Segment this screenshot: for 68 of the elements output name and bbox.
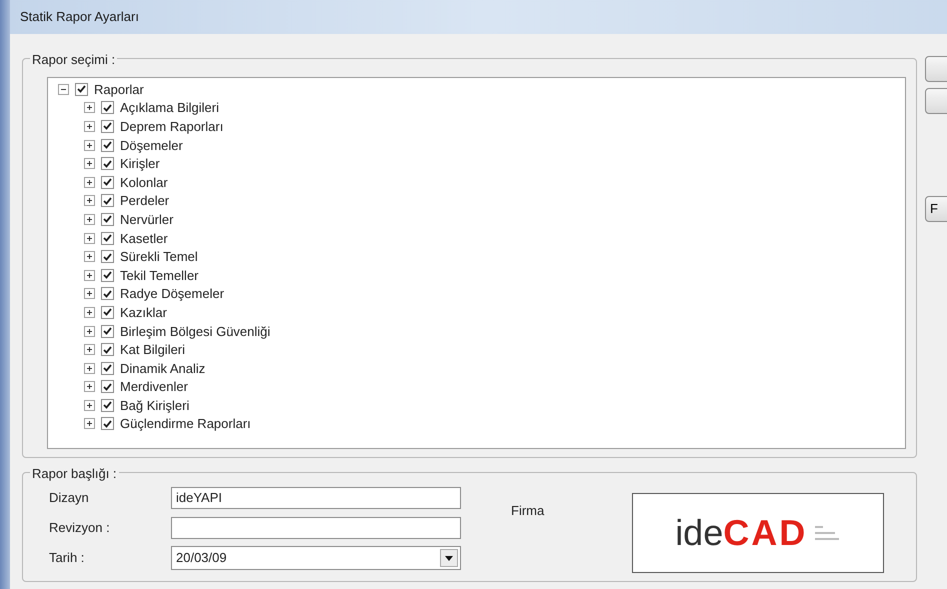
tree-item[interactable]: Kazıklar [120, 306, 167, 319]
tree-item[interactable]: Merdivenler [120, 380, 188, 394]
expand-icon[interactable] [84, 120, 95, 132]
checkbox[interactable] [101, 398, 114, 412]
text-field[interactable]: ideYAPI [171, 487, 461, 509]
collapse-icon[interactable] [58, 84, 69, 95]
tree-item[interactable]: Kolonlar [120, 176, 168, 189]
checkbox[interactable] [101, 417, 114, 430]
expand-icon[interactable] [84, 362, 95, 374]
tree-item[interactable]: Sürekli Temel [120, 250, 198, 264]
side-button[interactable]: F [925, 196, 947, 222]
expand-icon[interactable] [84, 251, 95, 262]
checkbox[interactable] [101, 120, 114, 133]
checkbox[interactable] [101, 324, 114, 338]
expand-icon[interactable] [84, 344, 95, 356]
expand-icon[interactable] [84, 102, 95, 114]
checkbox[interactable] [101, 380, 114, 394]
tree-item[interactable]: Dinamik Analiz [120, 362, 206, 375]
checkbox[interactable] [101, 212, 114, 226]
tree-item[interactable]: Perdeler [120, 194, 170, 208]
expand-icon[interactable] [84, 176, 95, 188]
checkbox[interactable] [101, 343, 114, 356]
field-label: Tarih : [49, 549, 86, 568]
expand-icon[interactable] [84, 214, 95, 225]
company-logo: ideCAD [632, 493, 884, 573]
expand-icon[interactable] [84, 381, 95, 392]
checkbox[interactable] [101, 138, 114, 152]
tree-item[interactable]: Radye Döşemeler [120, 287, 224, 300]
expand-icon[interactable] [84, 158, 95, 170]
expand-icon[interactable] [84, 306, 95, 318]
checkbox[interactable] [101, 287, 114, 300]
text-field[interactable] [171, 517, 461, 539]
field-label: Dizayn [49, 489, 90, 508]
window-title: Statik Rapor Ayarları [20, 8, 139, 26]
checkbox[interactable] [101, 306, 114, 319]
tree-item[interactable]: Güçlendirme Raporları [120, 417, 251, 430]
expand-icon[interactable] [84, 140, 95, 151]
checkbox[interactable] [101, 250, 114, 264]
checkbox[interactable] [101, 268, 114, 282]
tree-item[interactable]: Bağ Kirişleri [120, 398, 190, 412]
checkbox[interactable] [75, 82, 88, 96]
checkbox[interactable] [101, 232, 114, 245]
tree-item[interactable]: Kat Bilgileri [120, 343, 186, 356]
checkbox[interactable] [101, 157, 114, 170]
expand-icon[interactable] [84, 326, 95, 337]
tree-item[interactable]: Raporlar [94, 82, 144, 96]
tree-item[interactable]: Tekil Temeller [120, 268, 199, 282]
expand-icon[interactable] [84, 288, 95, 300]
checkbox[interactable] [101, 194, 114, 208]
company-label: Firma [511, 502, 544, 520]
expand-icon[interactable] [84, 195, 95, 206]
expand-icon[interactable] [84, 400, 95, 411]
tree-item[interactable]: Kasetler [120, 232, 168, 245]
checkbox[interactable] [101, 176, 114, 189]
expand-icon[interactable] [84, 232, 95, 244]
checkbox[interactable] [101, 362, 114, 375]
field-label: Revizyon : [49, 519, 111, 538]
expand-icon[interactable] [84, 270, 95, 281]
tree-item[interactable]: Birleşim Bölgesi Güvenliği [120, 324, 270, 338]
tree-item[interactable]: Nervürler [120, 212, 174, 226]
tree-item[interactable]: Deprem Raporları [120, 120, 224, 133]
checkbox[interactable] [101, 101, 114, 114]
tree-item[interactable]: Açıklama Bilgileri [120, 101, 219, 114]
tree-item[interactable]: Döşemeler [120, 138, 183, 152]
tagline-drawing [815, 524, 842, 542]
tree-item[interactable]: Kirişler [120, 157, 160, 170]
date-dropdown[interactable]: 20/03/09 [171, 546, 461, 570]
expand-icon[interactable] [84, 418, 95, 430]
